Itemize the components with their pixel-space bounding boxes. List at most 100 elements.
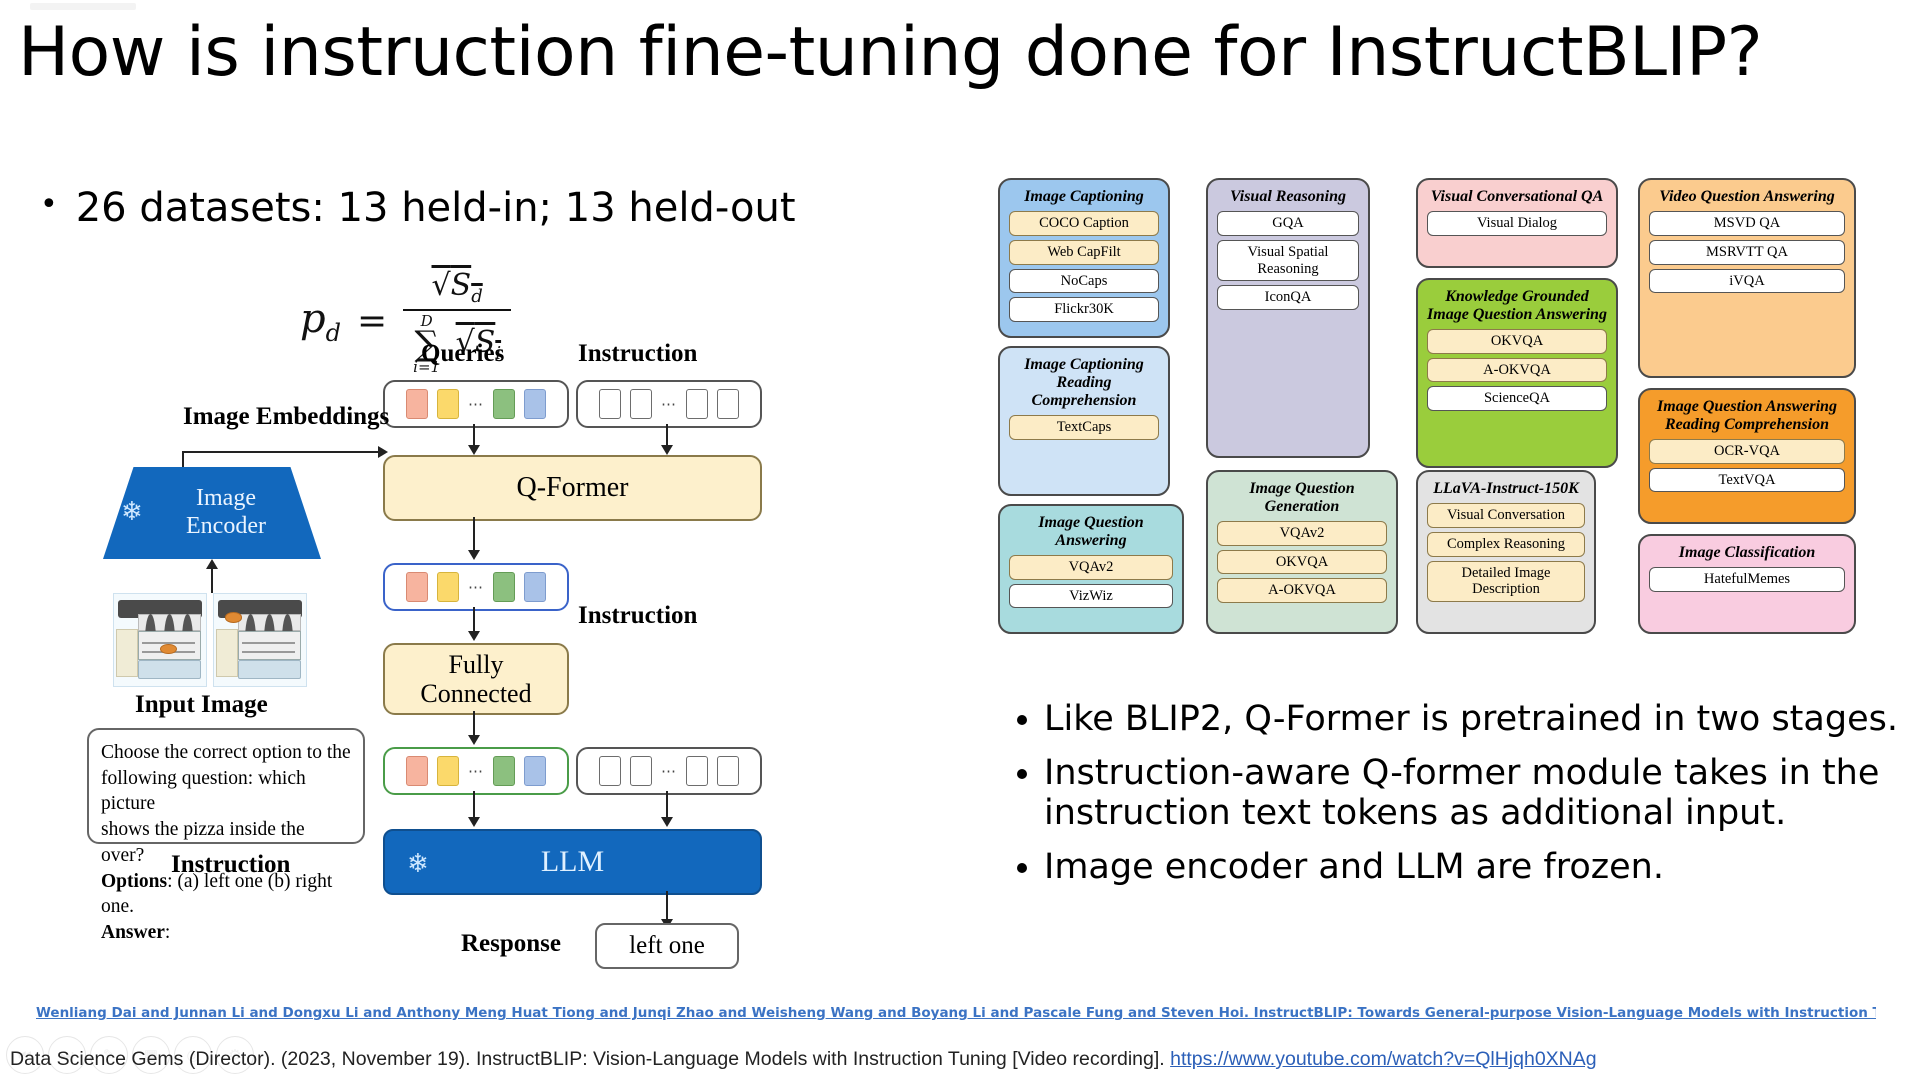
input-image-left [113, 593, 207, 687]
projected-token-3 [493, 756, 515, 786]
projected-token-4 [524, 756, 546, 786]
ellipsis-1: ⋯ [468, 396, 484, 413]
answer-text: : [164, 922, 171, 944]
image-encoder-label-1: Image [196, 485, 256, 512]
dataset-chip: A-OKVQA [1217, 578, 1387, 604]
instruction-token-1 [599, 389, 621, 419]
projected-token-2 [437, 756, 459, 786]
arrowhead-instruction-to-llm [661, 817, 673, 827]
dataset-chip: COCO Caption [1009, 210, 1159, 236]
dataset-chip: IconQA [1217, 285, 1359, 311]
dataset-category: LLaVA-Instruct-150K Visual Conversation Co… [1416, 470, 1596, 634]
top-edge-artifact [30, 3, 136, 10]
dataset-category-title: LLaVA-Instruct-150K [1433, 480, 1579, 497]
instruction-bottom-token-3 [686, 756, 708, 786]
arrow-to-fc [473, 607, 475, 633]
dataset-chip: OCR-VQA [1649, 438, 1845, 464]
answer-label: Answer [101, 922, 165, 944]
dataset-chip: Web CapFilt [1009, 239, 1159, 265]
response-label: Response [461, 930, 562, 957]
arrowhead-fc-down [468, 735, 480, 745]
dataset-chip: Visual Dialog [1427, 210, 1607, 236]
instruction-bottom-token-1 [599, 756, 621, 786]
dataset-chip: Flickr30K [1009, 297, 1159, 323]
dataset-chip: Visual Conversation [1427, 502, 1585, 528]
options-label: Options [101, 870, 168, 892]
instruction-token-row-bottom: ⋯ [576, 747, 762, 795]
dataset-category: Image Question Answering Reading Comprehe… [1638, 388, 1856, 524]
dataset-chip: Complex Reasoning [1427, 531, 1585, 557]
ellipsis-5: ⋯ [661, 763, 677, 780]
dataset-category-title: Image Classification [1678, 544, 1816, 561]
left-bullet-item: • 26 datasets: 13 held-in; 13 held-out [40, 185, 940, 231]
arrowhead-tokens-to-llm [468, 817, 480, 827]
arrow-tokens-to-llm [473, 791, 475, 819]
video-source-caption: Data Science Gems (Director). (2023, Nov… [10, 1048, 1910, 1071]
arrowhead-instruction [661, 445, 673, 455]
dataset-chip: TextCaps [1009, 414, 1159, 440]
bullet-marker-icon: • [40, 187, 58, 222]
dataset-chip: VQAv2 [1009, 554, 1173, 580]
dataset-chip: VQAv2 [1217, 520, 1387, 546]
right-bullet-item: Image encoder and LLM are frozen. [1044, 847, 1908, 888]
arrow-queries-to-qformer [473, 424, 475, 446]
dataset-category: Image Question Generation VQAv2 OKVQA A-OKV… [1206, 470, 1398, 634]
left-bullet-text: 26 datasets: 13 held-in; 13 held-out [75, 185, 796, 231]
dataset-chip: VizWiz [1009, 583, 1173, 609]
dataset-chip: Visual Spatial Reasoning [1217, 239, 1359, 282]
dataset-category: Knowledge Grounded Image Question Answeri… [1416, 278, 1618, 468]
dataset-category-title: Visual Conversational QA [1430, 188, 1604, 205]
dataset-category: Image Classification HatefulMemes [1638, 534, 1856, 634]
image-embeddings-label: Image Embeddings [183, 403, 390, 430]
instruction-token-2 [630, 389, 652, 419]
dataset-category: Image Question Answering VQAv2 VizWiz [998, 504, 1184, 634]
instructblip-architecture-diagram: Queries Instruction ⋯ ⋯ Image Embeddings [87, 340, 885, 985]
fully-connected-label-1: Fully [448, 649, 504, 679]
right-bullet-item: Like BLIP2, Q-Former is pretrained in tw… [1044, 699, 1908, 740]
query-token-4 [524, 389, 546, 419]
dataset-taxonomy-panel: Image Captioning COCO Caption Web CapFilt N… [998, 178, 1898, 678]
dataset-category-title: Video Question Answering [1659, 188, 1835, 205]
slide-canvas: How is instruction fine-tuning done for … [0, 0, 1920, 1080]
query-output-token-row: ⋯ [383, 563, 569, 611]
formula-equals: = [356, 300, 388, 342]
formula-numerator: √Sd [431, 268, 483, 307]
input-image-right [213, 593, 307, 687]
q-former-block: Q-Former [383, 455, 762, 521]
dataset-chip: A-OKVQA [1427, 357, 1607, 383]
response-box: left one [595, 923, 739, 969]
image-encoder-label-2: Encoder [186, 513, 266, 539]
paper-citation-link[interactable]: Wenliang Dai and Junnan Li and Dongxu Li… [36, 1005, 1876, 1021]
dataset-chip: GQA [1217, 210, 1359, 236]
right-bullet-ul: Like BLIP2, Q-Former is pretrained in tw… [1008, 699, 1908, 888]
output-token-2 [437, 572, 459, 602]
dataset-category-title: Image Question Answering Reading Comprehe… [1657, 398, 1837, 433]
response-value: left one [629, 932, 705, 959]
arrow-instruction-to-qformer [666, 424, 668, 446]
snowflake-icon-llm: ❄ [407, 849, 429, 878]
arrowhead-embeddings [378, 446, 388, 458]
arrowhead-image-to-encoder [206, 559, 218, 569]
dataset-category-title: Visual Reasoning [1229, 188, 1347, 205]
dataset-chip: iVQA [1649, 268, 1845, 294]
dataset-category-title: Image Question Answering [1038, 514, 1144, 549]
dataset-category-title: Knowledge Grounded Image Question Answeri… [1427, 288, 1607, 323]
instruction-label-bottom: Instruction [578, 602, 698, 629]
queries-label: Queries [421, 340, 505, 367]
dataset-chip: OKVQA [1427, 328, 1607, 354]
dataset-chip: ScienceQA [1427, 386, 1607, 412]
instruction-line-1: Choose the correct option to the [101, 742, 351, 763]
right-bullet-item: Instruction-aware Q-former module takes … [1044, 753, 1908, 834]
ellipsis-2: ⋯ [661, 396, 677, 413]
arrow-llm-to-response [666, 891, 668, 921]
output-token-3 [493, 572, 515, 602]
video-url-link[interactable]: https://www.youtube.com/watch?v=QlHjqh0X… [1170, 1048, 1597, 1070]
dataset-category: Image Captioning Reading Comprehension Tex… [998, 346, 1170, 496]
dataset-chip: MSRVTT QA [1649, 239, 1845, 265]
dataset-category-title: Image Captioning [1024, 188, 1144, 205]
video-caption-text: Data Science Gems (Director). (2023, Nov… [10, 1048, 1171, 1070]
output-token-4 [524, 572, 546, 602]
llm-label: LLM [540, 845, 605, 878]
projected-token-1 [406, 756, 428, 786]
dataset-category: Video Question Answering MSVD QA MSRVTT QA… [1638, 178, 1856, 378]
